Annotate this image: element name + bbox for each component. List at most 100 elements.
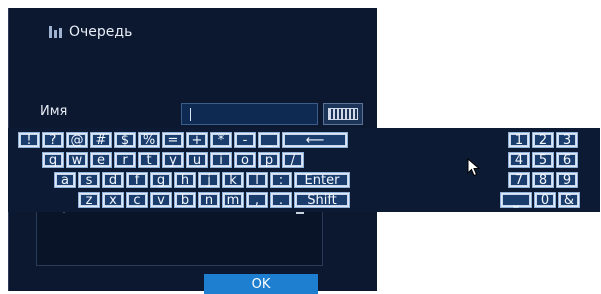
key-comma[interactable]: ,: [246, 192, 268, 208]
key-label: 8: [534, 173, 552, 188]
key-minus[interactable]: -: [234, 132, 256, 148]
key-label: ,: [248, 193, 266, 208]
key-label: z: [80, 193, 98, 208]
key-label: b: [176, 193, 194, 208]
key-label: 7: [510, 173, 528, 188]
key-shift[interactable]: Shift: [294, 192, 350, 208]
key-label: $: [116, 133, 134, 148]
key-t[interactable]: t: [138, 152, 160, 168]
key-label: &: [560, 193, 578, 208]
key-label: 4: [510, 153, 528, 168]
key-m[interactable]: m: [222, 192, 244, 208]
key-period[interactable]: .: [270, 192, 292, 208]
key-l[interactable]: l: [246, 172, 268, 188]
key-i[interactable]: i: [210, 152, 232, 168]
key-v[interactable]: v: [150, 192, 172, 208]
key-question[interactable]: ?: [42, 132, 64, 148]
key-label: m: [224, 193, 242, 208]
key-5[interactable]: 5: [532, 152, 554, 168]
key-k[interactable]: k: [222, 172, 244, 188]
key-label: Shift: [296, 193, 348, 208]
dialog-title: Очередь: [69, 24, 133, 40]
key-label: s: [80, 173, 98, 188]
key-c[interactable]: c: [126, 192, 148, 208]
name-label: Имя: [40, 104, 68, 119]
key-space[interactable]: ⎵: [500, 192, 532, 208]
key-label: p: [260, 153, 278, 168]
key-p[interactable]: p: [258, 152, 280, 168]
key-enter[interactable]: Enter: [294, 172, 350, 188]
key-1[interactable]: 1: [508, 132, 530, 148]
key-colon[interactable]: :: [270, 172, 292, 188]
key-label: ?: [44, 133, 62, 148]
key-label: k: [224, 173, 242, 188]
key-label: a: [56, 173, 74, 188]
key-label: :: [272, 173, 290, 188]
key-asterisk[interactable]: *: [210, 132, 232, 148]
key-hash[interactable]: #: [90, 132, 112, 148]
key-label: /: [284, 153, 302, 168]
key-q[interactable]: q: [42, 152, 64, 168]
key-equals[interactable]: =: [162, 132, 184, 148]
key-underscore[interactable]: _: [258, 132, 280, 148]
key-g[interactable]: g: [150, 172, 172, 188]
key-label: .: [272, 193, 290, 208]
key-label: !: [20, 133, 38, 148]
virtual-keyboard: !? @ # $% = + * - _ ⟵ q w e r t y u i o p / a s d f g h j k l: Enter z x…: [8, 128, 600, 212]
key-w[interactable]: w: [66, 152, 88, 168]
key-label: y: [164, 153, 182, 168]
key-u[interactable]: u: [186, 152, 208, 168]
key-label: v: [152, 193, 170, 208]
key-label: 2: [534, 133, 552, 148]
key-n[interactable]: n: [198, 192, 220, 208]
key-slash[interactable]: /: [282, 152, 304, 168]
key-o[interactable]: o: [234, 152, 256, 168]
ok-button[interactable]: OK: [204, 274, 318, 294]
key-e[interactable]: e: [90, 152, 112, 168]
key-s[interactable]: s: [78, 172, 100, 188]
key-2[interactable]: 2: [532, 132, 554, 148]
key-a[interactable]: a: [54, 172, 76, 188]
name-input[interactable]: [181, 103, 318, 125]
key-h[interactable]: h: [174, 172, 196, 188]
key-r[interactable]: r: [114, 152, 136, 168]
keyboard-toggle-button[interactable]: [323, 103, 363, 125]
key-7[interactable]: 7: [508, 172, 530, 188]
key-label: j: [200, 173, 218, 188]
draw-area-panel[interactable]: [36, 205, 323, 266]
key-label: 1: [510, 133, 528, 148]
key-b[interactable]: b: [174, 192, 196, 208]
key-y[interactable]: y: [162, 152, 184, 168]
key-label: Enter: [296, 173, 348, 188]
key-z[interactable]: z: [78, 192, 100, 208]
key-backspace[interactable]: ⟵: [282, 132, 348, 148]
dialog-header: Очередь: [49, 21, 132, 43]
key-label: o: [236, 153, 254, 168]
key-exclam[interactable]: !: [18, 132, 40, 148]
key-9[interactable]: 9: [556, 172, 578, 188]
key-label: q: [44, 153, 62, 168]
key-label: _: [260, 133, 278, 148]
key-at[interactable]: @: [66, 132, 88, 148]
key-f[interactable]: f: [126, 172, 148, 188]
key-label: t: [140, 153, 158, 168]
key-label: i: [212, 153, 230, 168]
key-dollar[interactable]: $: [114, 132, 136, 148]
key-percent[interactable]: %: [138, 132, 160, 148]
key-label: =: [164, 133, 182, 148]
key-4[interactable]: 4: [508, 152, 530, 168]
key-x[interactable]: x: [102, 192, 124, 208]
key-6[interactable]: 6: [556, 152, 578, 168]
key-0[interactable]: 0: [534, 192, 556, 208]
key-3[interactable]: 3: [556, 132, 578, 148]
key-d[interactable]: d: [102, 172, 124, 188]
key-j[interactable]: j: [198, 172, 220, 188]
key-ampersand[interactable]: &: [558, 192, 580, 208]
key-label: +: [188, 133, 206, 148]
key-label: 0: [536, 193, 554, 208]
key-label: w: [68, 153, 86, 168]
key-label: 9: [558, 173, 576, 188]
key-plus[interactable]: +: [186, 132, 208, 148]
key-label: h: [176, 173, 194, 188]
key-8[interactable]: 8: [532, 172, 554, 188]
